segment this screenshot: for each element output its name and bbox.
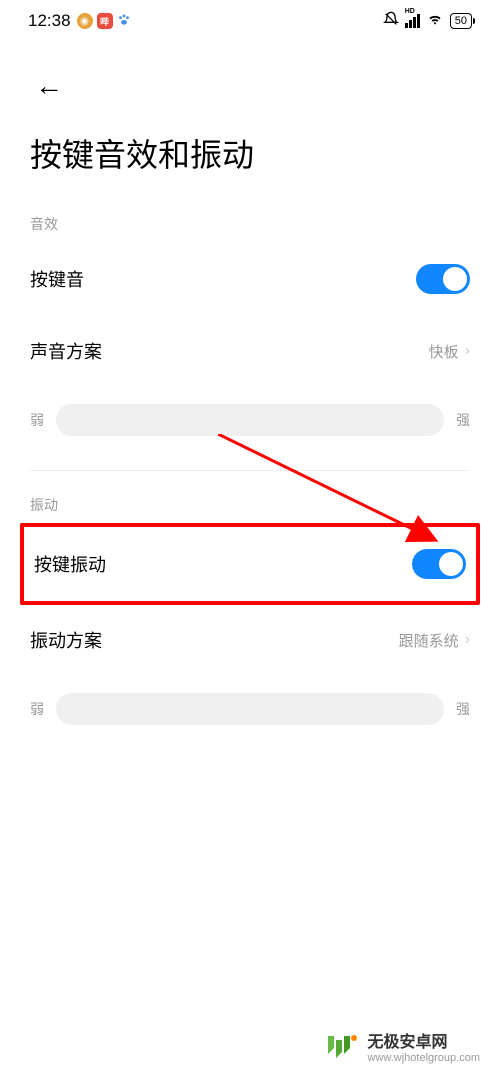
key-sound-label: 按键音 [30,266,84,292]
sound-slider-max: 强 [456,410,470,430]
key-vibration-label: 按键振动 [34,551,106,577]
status-left: 12:38 ◉ 哔 [28,11,131,31]
chevron-right-icon: › [465,631,470,649]
watermark-logo-icon [324,1028,360,1064]
section-label-sound: 音效 [0,206,500,242]
status-time: 12:38 [28,11,71,31]
section-label-vibration: 振动 [0,487,500,523]
sound-scheme-row[interactable]: 声音方案 快板 › [0,316,500,386]
highlight-annotation: 按键振动 [20,523,480,605]
app-notification-icon: 哔 [97,13,113,29]
wifi-icon [426,12,444,30]
watermark-title: 无极安卓网 [368,1028,481,1052]
battery-icon: 50 [450,13,472,29]
vibration-slider-min: 弱 [30,699,44,719]
sound-slider-row: 弱 强 [0,386,500,454]
chevron-right-icon: › [465,342,470,360]
vibration-slider-max: 强 [456,699,470,719]
key-vibration-row[interactable]: 按键振动 [24,527,476,601]
sound-slider[interactable] [56,404,444,436]
vibration-scheme-row[interactable]: 振动方案 跟随系统 › [0,605,500,675]
back-button[interactable]: ← [0,40,500,112]
sound-scheme-value-wrap: 快板 › [429,341,470,362]
status-bar: 12:38 ◉ 哔 HD 50 [0,0,500,40]
watermark-text: 无极安卓网 www.wjhotelgroup.com [368,1028,481,1064]
weibo-icon: ◉ [77,13,93,29]
sound-scheme-label: 声音方案 [30,338,102,364]
vibration-slider[interactable] [56,693,444,725]
sound-slider-min: 弱 [30,410,44,430]
signal-icon: HD [405,14,420,28]
vibration-scheme-value-wrap: 跟随系统 › [399,630,470,651]
divider [30,470,470,471]
bell-muted-icon [383,11,399,31]
watermark-url: www.wjhotelgroup.com [368,1052,481,1064]
key-sound-toggle[interactable] [416,264,470,294]
status-right: HD 50 [383,11,472,31]
key-sound-row[interactable]: 按键音 [0,242,500,316]
sound-scheme-value: 快板 [429,341,459,362]
paw-icon [117,13,131,30]
back-arrow-icon: ← [35,70,63,101]
watermark: 无极安卓网 www.wjhotelgroup.com [324,1028,481,1064]
vibration-scheme-value: 跟随系统 [399,630,459,651]
key-vibration-toggle[interactable] [412,549,466,579]
vibration-scheme-label: 振动方案 [30,627,102,653]
page-title: 按键音效和振动 [0,112,500,206]
status-notification-icons: ◉ 哔 [77,13,131,30]
vibration-slider-row: 弱 强 [0,675,500,743]
